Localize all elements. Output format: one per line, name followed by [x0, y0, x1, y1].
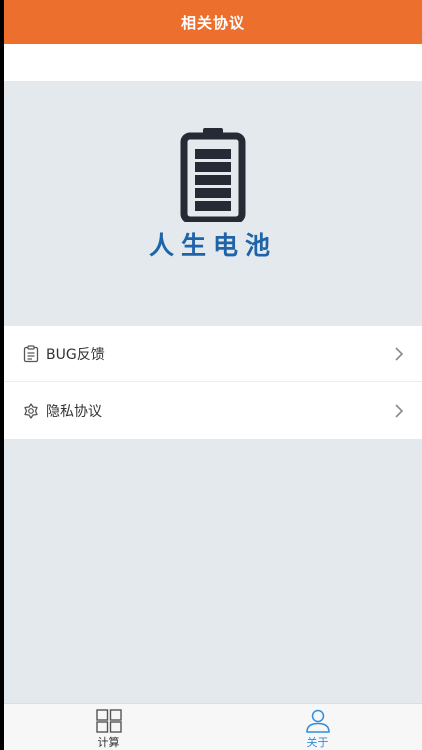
privacy-icon: [24, 402, 38, 419]
user-icon: [305, 709, 330, 733]
tab-calculate[interactable]: 计算: [4, 704, 213, 750]
menu-item-bug-feedback[interactable]: BUG反馈: [4, 326, 422, 381]
header-spacer: [4, 44, 422, 81]
feedback-icon: [23, 344, 39, 362]
brand-name: 人生电池: [148, 231, 277, 260]
menu-item-label: BUG反馈: [46, 346, 105, 363]
settings-menu: BUG反馈 隐私协议: [4, 326, 422, 439]
page-title: 相关协议: [180, 13, 245, 32]
tab-label: 关于: [306, 736, 329, 749]
app-banner: 人生电池: [4, 81, 422, 325]
nav-header: 相关协议: [4, 0, 422, 44]
tab-about[interactable]: 关于: [213, 704, 422, 750]
menu-item-label: 隐私协议: [46, 403, 102, 420]
grid-icon: [95, 709, 122, 733]
battery-icon: [180, 128, 246, 222]
bottom-tab-bar: 计算 关于: [4, 703, 422, 750]
menu-item-privacy-policy[interactable]: 隐私协议: [4, 381, 422, 439]
app-screen: 相关协议 人生电池 BUG反馈 隐私协议 计算 关于: [4, 0, 422, 750]
tab-label: 计算: [97, 736, 120, 749]
chevron-right-icon: [395, 346, 404, 361]
chevron-right-icon: [395, 403, 404, 418]
